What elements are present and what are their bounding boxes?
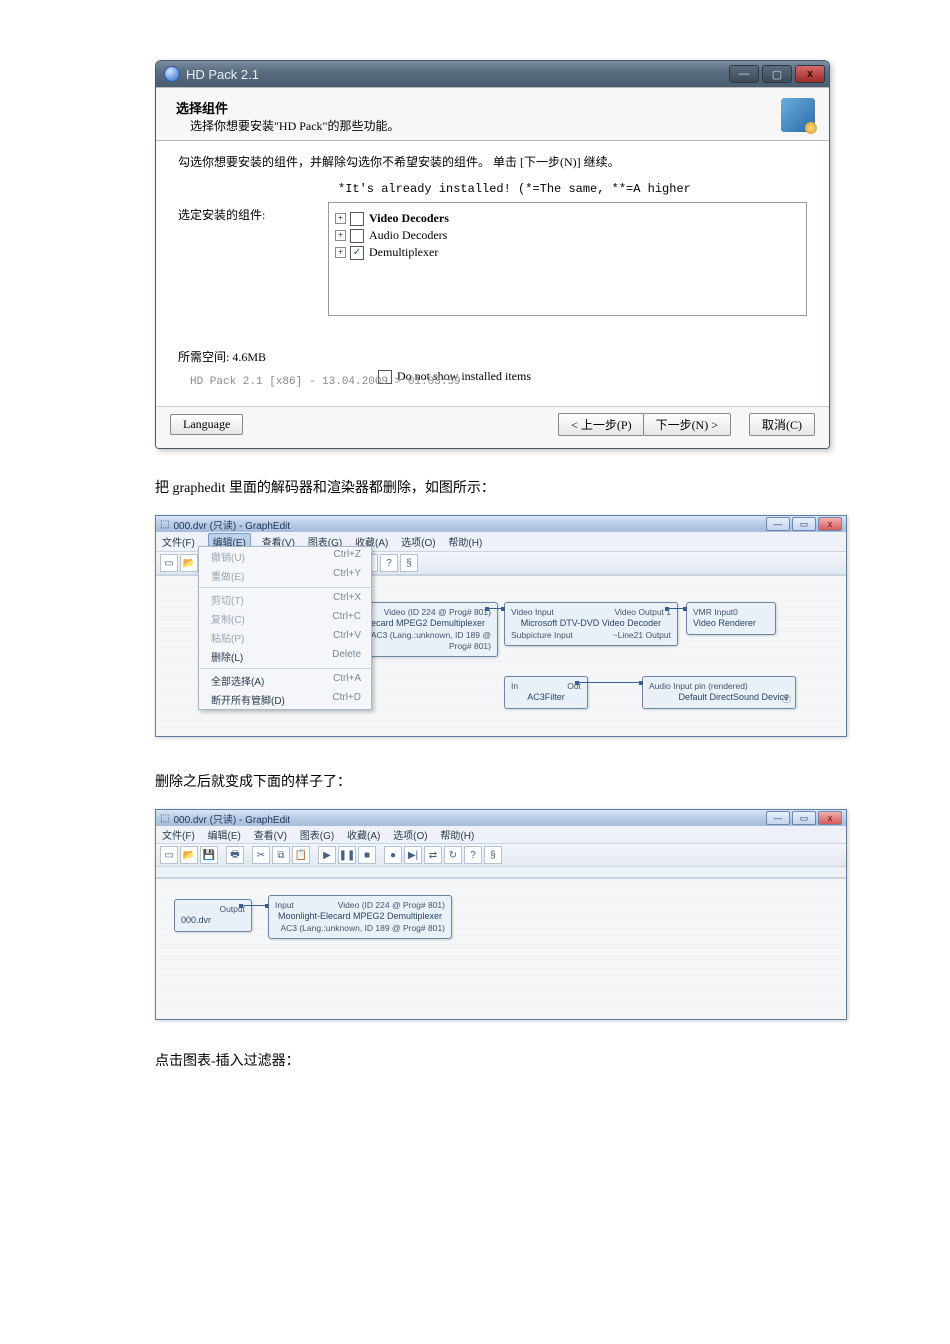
tb-print-icon[interactable]: 🖶 [226,846,244,864]
filter-video-renderer[interactable]: VMR Input0 Video Renderer [686,602,776,635]
checkbox-audio[interactable] [350,229,364,243]
tb-rec-icon[interactable]: ● [384,846,402,864]
tb-refresh-icon[interactable]: ↻ [444,846,462,864]
menu-cut[interactable]: 剪切(T)Ctrl+X [199,590,371,609]
edit-dropdown[interactable]: 撤销(U)Ctrl+Z 重做(E)Ctrl+Y 剪切(T)Ctrl+X 复制(C… [198,546,372,710]
tb-open-icon[interactable]: 📂 [180,554,198,572]
menu-fav[interactable]: 收藏(A) [347,827,380,842]
ge-app-icon: ⬚ [160,519,169,530]
paragraph-2: 删除之后就变成下面的样子了： [155,771,830,791]
maximize-button[interactable]: ▢ [762,65,792,83]
wire [576,682,642,683]
tree-item-demultiplexer[interactable]: + Demultiplexer [335,245,800,260]
tb-save-icon[interactable]: 💾 [200,846,218,864]
close-button[interactable]: x [795,65,825,83]
menu-help[interactable]: 帮助(H) [440,827,474,842]
wire [240,905,268,906]
tb-info-icon[interactable]: § [400,554,418,572]
ge-maximize-button[interactable]: ▭ [792,811,816,825]
menu-disconnect[interactable]: 断开所有管脚(D)Ctrl+D [199,690,371,709]
checkbox-video[interactable] [350,212,364,226]
tb-open-icon[interactable]: 📂 [180,846,198,864]
ge-minimize-button[interactable]: — [766,517,790,531]
ge-toolbar-2: ▭ 📂 💾 🖶 ✂ ⧉ 📋 ▶ ❚❚ ■ ● ▶| ⇄ ↻ ? § [156,844,846,867]
installer-logo-icon [781,98,815,132]
tb-stop-icon[interactable]: ■ [358,846,376,864]
minimize-button[interactable]: — [729,65,759,83]
installer-window: HD Pack 2.1 — ▢ x 选择组件 选择你想要安装"HD Pack"的… [155,60,830,449]
wire [666,608,686,609]
menu-edit[interactable]: 编辑(E) [208,827,241,842]
ge-close-button[interactable]: x [818,517,842,531]
components-tree[interactable]: + Video Decoders + Audio Decoders + Demu… [328,202,807,316]
tb-seek-icon[interactable]: ▶| [404,846,422,864]
installer-header: 选择组件 选择你想要安装"HD Pack"的那些功能。 [156,88,829,141]
tree-item-audio-decoders[interactable]: + Audio Decoders [335,228,800,243]
tb-copy-icon[interactable]: ⧉ [272,846,290,864]
installer-icon [164,66,180,82]
installer-heading: 选择组件 [176,98,781,117]
menu-select-all[interactable]: 全部选择(A)Ctrl+A [199,671,371,690]
prev-button[interactable]: < 上一步(P) [558,413,643,436]
select-components-label: 选定安装的组件: [178,202,328,223]
ge-maximize-button[interactable]: ▭ [792,517,816,531]
tb-info-icon[interactable]: § [484,846,502,864]
paragraph-3: 点击图表-插入过滤器： [155,1050,830,1070]
checkbox-demux[interactable] [350,246,364,260]
tb-new-icon[interactable]: ▭ [160,554,178,572]
language-button[interactable]: Language [170,414,243,435]
menu-paste[interactable]: 粘贴(P)Ctrl+V [199,628,371,647]
filter-moonlight-demux[interactable]: InputVideo (ID 224 @ Prog# 801) Moonligh… [268,895,452,939]
ge-app-icon: ⬚ [160,813,169,824]
ge-title: 000.dvr (只读) - GraphEdit [173,517,290,532]
installer-subheading: 选择你想要安装"HD Pack"的那些功能。 [190,117,781,134]
menu-delete[interactable]: 删除(L)Delete [199,647,371,666]
paragraph-1: 把 graphedit 里面的解码器和渲染器都删除，如图所示： [155,477,830,497]
tree-item-video-decoders[interactable]: + Video Decoders [335,211,800,226]
tb-new-icon[interactable]: ▭ [160,846,178,864]
menu-undo[interactable]: 撤销(U)Ctrl+Z [199,547,371,566]
ge-close-button[interactable]: x [818,811,842,825]
menu-opt[interactable]: 选项(O) [393,827,427,842]
graphedit-window-1: ⬚ 000.dvr (只读) - GraphEdit — ▭ x 文件(F) 编… [155,515,847,737]
filter-ms-decoder[interactable]: Video InputVideo Output 1 Microsoft DTV-… [504,602,678,646]
menu-help[interactable]: 帮助(H) [448,534,482,549]
filter-directsound[interactable]: Audio Input pin (rendered) Default Direc… [642,676,796,709]
already-installed-note: *It's already installed! (*=The same, **… [338,182,807,196]
required-space-label: 所需空间: 4.6MB [178,344,328,365]
tb-pause-icon[interactable]: ❚❚ [338,846,356,864]
cancel-button[interactable]: 取消(C) [749,413,815,436]
menu-opt[interactable]: 选项(O) [401,534,435,549]
installer-instruction: 勾选你想要安装的组件，并解除勾选你不希望安装的组件。 单击 [下一步(N)] 继… [178,153,807,172]
next-button[interactable]: 下一步(N) > [643,413,731,436]
tb-conn-icon[interactable]: ⇄ [424,846,442,864]
tb-play-icon[interactable]: ▶ [318,846,336,864]
ge-menubar-2[interactable]: 文件(F) 编辑(E) 查看(V) 图表(G) 收藏(A) 选项(O) 帮助(H… [156,826,846,844]
expand-icon[interactable]: + [335,230,346,241]
tb-paste-icon[interactable]: 📋 [292,846,310,864]
ge-canvas-2[interactable]: Output 000.dvr InputVideo (ID 224 @ Prog… [156,878,846,1019]
menu-file[interactable]: 文件(F) [162,827,195,842]
expand-icon[interactable]: + [335,247,346,258]
installer-version: HD Pack 2.1 [x86] - 13.04.2009 > 01:03:5… [190,376,807,388]
tb-help-icon[interactable]: ? [380,554,398,572]
wire [486,608,504,609]
tb-help-icon[interactable]: ? [464,846,482,864]
ge-minimize-button[interactable]: — [766,811,790,825]
ge-title-2: 000.dvr (只读) - GraphEdit [173,811,290,826]
menu-redo[interactable]: 重做(E)Ctrl+Y [199,566,371,585]
installer-titlebar[interactable]: HD Pack 2.1 — ▢ x [156,61,829,87]
ge-titlebar-2[interactable]: ⬚ 000.dvr (只读) - GraphEdit — ▭ x [156,810,846,826]
menu-file[interactable]: 文件(F) [162,534,195,549]
installer-title: HD Pack 2.1 [186,67,259,82]
filter-demux[interactable]: Video (ID 224 @ Prog# 801) Elecard MPEG2… [356,602,498,657]
graphedit-window-2: ⬚ 000.dvr (只读) - GraphEdit — ▭ x 文件(F) 编… [155,809,847,1020]
menu-copy[interactable]: 复制(C)Ctrl+C [199,609,371,628]
menu-graph[interactable]: 图表(G) [300,827,334,842]
ge-titlebar[interactable]: ⬚ 000.dvr (只读) - GraphEdit — ▭ x [156,516,846,532]
expand-icon[interactable]: + [335,213,346,224]
menu-view[interactable]: 查看(V) [254,827,287,842]
tb-cut-icon[interactable]: ✂ [252,846,270,864]
